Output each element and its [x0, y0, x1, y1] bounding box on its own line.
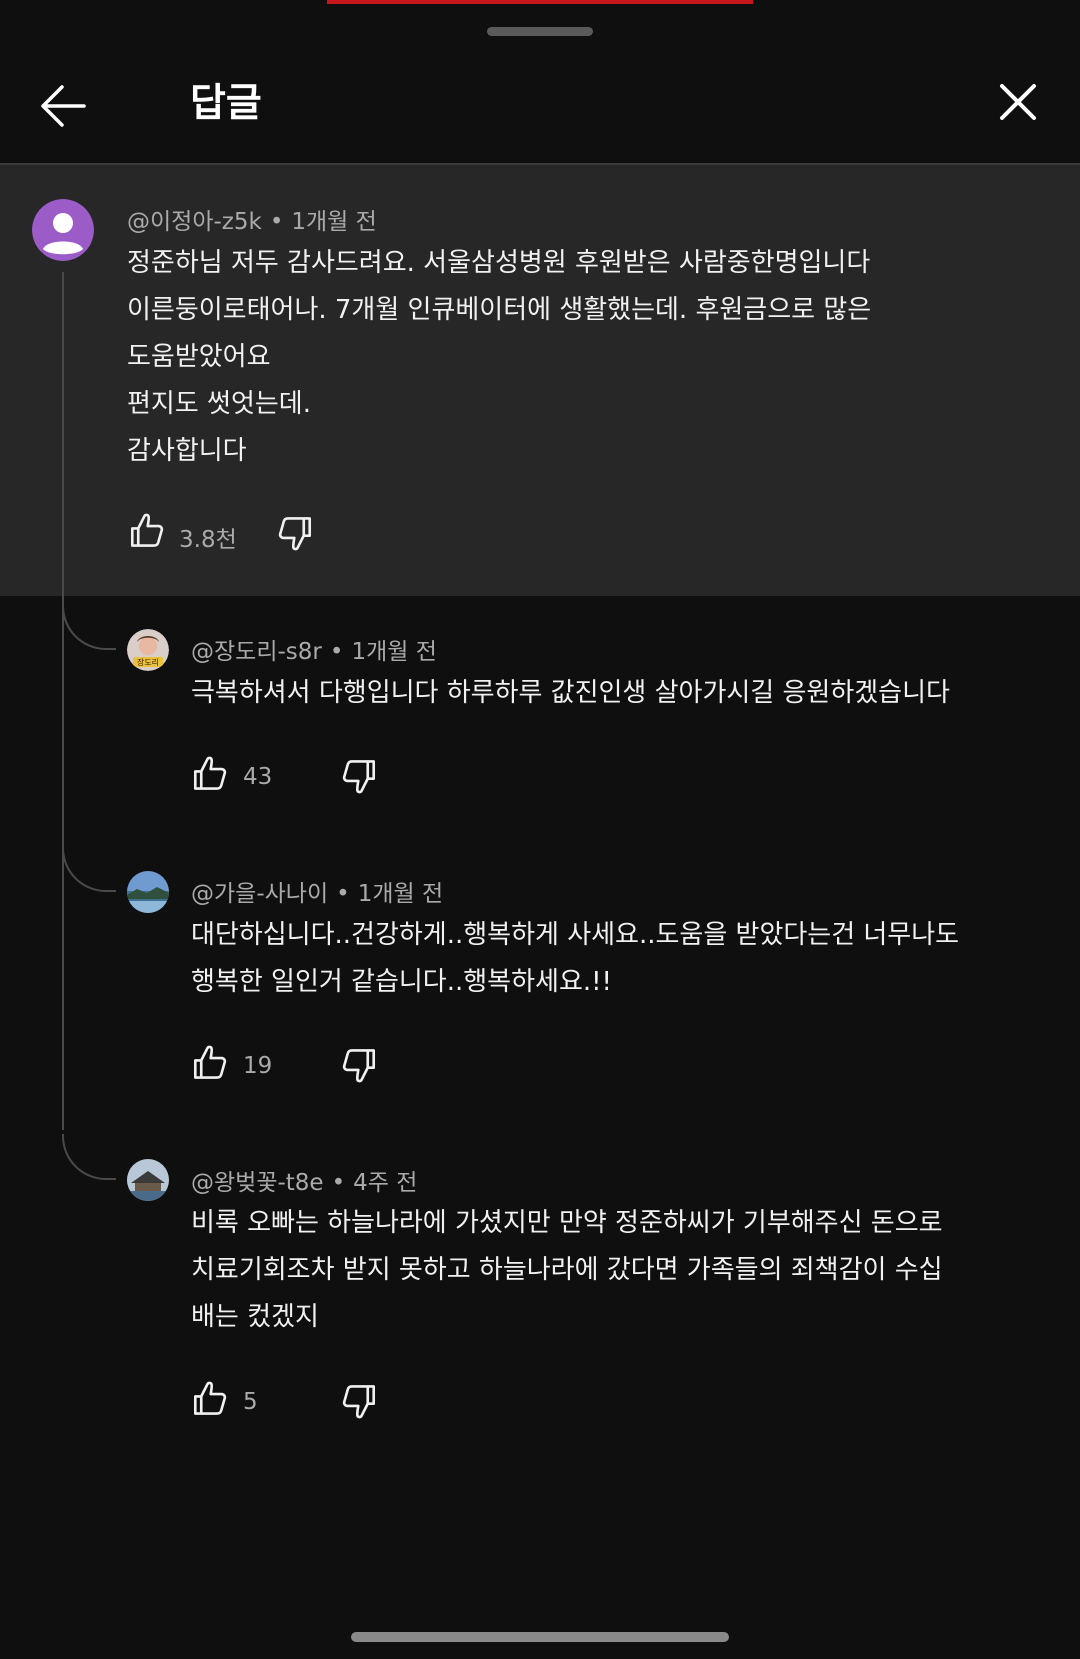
thumbs-up-icon — [189, 1378, 231, 1420]
author-handle[interactable]: @장도리-s8r — [191, 639, 322, 665]
comment-time: 1개월 전 — [291, 209, 377, 235]
comment-time: 1개월 전 — [357, 881, 444, 907]
like-button[interactable] — [126, 510, 168, 556]
comment-time: 4주 전 — [353, 1170, 418, 1196]
comment-line: 편지도 썻엇는데. — [127, 389, 311, 419]
like-count: 3.8천 — [179, 527, 237, 553]
avatar-caption: 장도리 — [137, 657, 159, 667]
like-count: 43 — [243, 764, 273, 790]
dislike-button[interactable] — [338, 1044, 380, 1090]
comment-line: 행복한 일인거 같습니다..행복하세요.!! — [191, 967, 612, 997]
meta-separator: • — [329, 639, 344, 665]
meta-separator: • — [336, 881, 350, 907]
comment-line: 배는 컸겠지 — [191, 1302, 319, 1332]
comment-text: 비록 오빠는 하늘나라에 가셨지만 만약 정준하씨가 기부해주신 돈으로 치료기… — [191, 1200, 943, 1341]
thumbs-down-icon — [338, 1044, 380, 1086]
landscape-photo-avatar — [127, 871, 169, 913]
avatar[interactable] — [32, 199, 94, 261]
comment-line: 감사합니다 — [127, 436, 247, 466]
page-title: 답글 — [190, 81, 262, 126]
author-handle[interactable]: @왕벚꽃-t8e — [191, 1170, 324, 1196]
thumbs-down-icon — [338, 1380, 380, 1422]
comment-line: 대단하십니다..건강하게..행복하게 사세요..도움을 받았다는건 너무나도 — [191, 920, 960, 950]
like-button[interactable] — [189, 753, 231, 799]
comment-line: 치료기회조차 받지 못하고 하늘나라에 갔다면 가족들의 죄책감이 수십 — [191, 1255, 943, 1285]
video-progress-bar — [327, 0, 753, 4]
dislike-button[interactable] — [274, 512, 316, 558]
comment-line: 극복하셔서 다행입니다 하루하루 값진인생 살아가시길 응원하겠습니다 — [191, 678, 950, 708]
author-handle[interactable]: @가을-사나이 — [191, 881, 328, 907]
home-indicator[interactable] — [351, 1632, 729, 1642]
close-button[interactable] — [990, 74, 1046, 130]
like-count: 19 — [243, 1053, 273, 1079]
panel-header: 답글 — [0, 40, 1080, 165]
author-handle[interactable]: @이정아-z5k — [127, 209, 262, 235]
comment-text: 정준하님 저두 감사드려요. 서울삼성병원 후원받은 사람중한명입니다 이른둥이… — [127, 240, 871, 475]
drag-handle[interactable] — [487, 27, 593, 36]
meta-separator: • — [331, 1170, 346, 1196]
comment-meta: @이정아-z5k • 1개월 전 — [127, 202, 377, 236]
thread-connector — [62, 1134, 116, 1180]
comment-line: 비록 오빠는 하늘나라에 가셨지만 만약 정준하씨가 기부해주신 돈으로 — [191, 1208, 943, 1238]
comment-meta: @장도리-s8r • 1개월 전 — [191, 632, 437, 666]
thumbs-up-icon — [189, 1042, 231, 1084]
comment-text: 극복하셔서 다행입니다 하루하루 값진인생 살아가시길 응원하겠습니다 — [191, 670, 950, 717]
like-button[interactable] — [189, 1042, 231, 1088]
thread-connector — [62, 846, 116, 892]
thread-connector — [62, 604, 116, 650]
comment-line: 이른둥이로태어나. 7개월 인큐베이터에 생활했는데. 후원금으로 많은 — [127, 295, 872, 325]
like-button[interactable] — [189, 1378, 231, 1424]
comment-time: 1개월 전 — [351, 639, 437, 665]
comment-meta: @가을-사나이 • 1개월 전 — [191, 874, 443, 908]
back-button[interactable] — [34, 74, 96, 136]
replies-panel: 답글 @이정아-z5k • 1개월 전 정준하님 저두 감사드려요. 서울삼성병원 … — [0, 0, 1080, 1659]
close-icon — [1000, 84, 1036, 120]
comment-text: 대단하십니다..건강하게..행복하게 사세요..도움을 받았다는건 너무나도 행… — [191, 912, 959, 1006]
thumbs-up-icon — [126, 510, 168, 552]
thread-line — [62, 272, 64, 1130]
thumbs-down-icon — [274, 512, 316, 554]
avatar[interactable] — [127, 871, 169, 913]
meta-separator: • — [269, 209, 284, 235]
dislike-button[interactable] — [338, 1380, 380, 1426]
thumbs-down-icon — [338, 755, 380, 797]
like-count: 5 — [243, 1389, 258, 1415]
comment-line: 정준하님 저두 감사드려요. 서울삼성병원 후원받은 사람중한명입니다 — [127, 248, 871, 278]
avatar[interactable] — [127, 1159, 169, 1201]
dislike-button[interactable] — [338, 755, 380, 801]
avatar[interactable]: 장도리 — [127, 629, 169, 671]
comment-meta: @왕벚꽃-t8e • 4주 전 — [191, 1163, 417, 1197]
user-photo-avatar: 장도리 — [127, 629, 169, 671]
comment-line: 도움받았어요 — [127, 342, 271, 372]
arrow-left-icon — [41, 85, 86, 127]
default-avatar-icon — [32, 199, 94, 261]
thumbs-up-icon — [189, 753, 231, 795]
scenery-photo-avatar — [127, 1159, 169, 1201]
